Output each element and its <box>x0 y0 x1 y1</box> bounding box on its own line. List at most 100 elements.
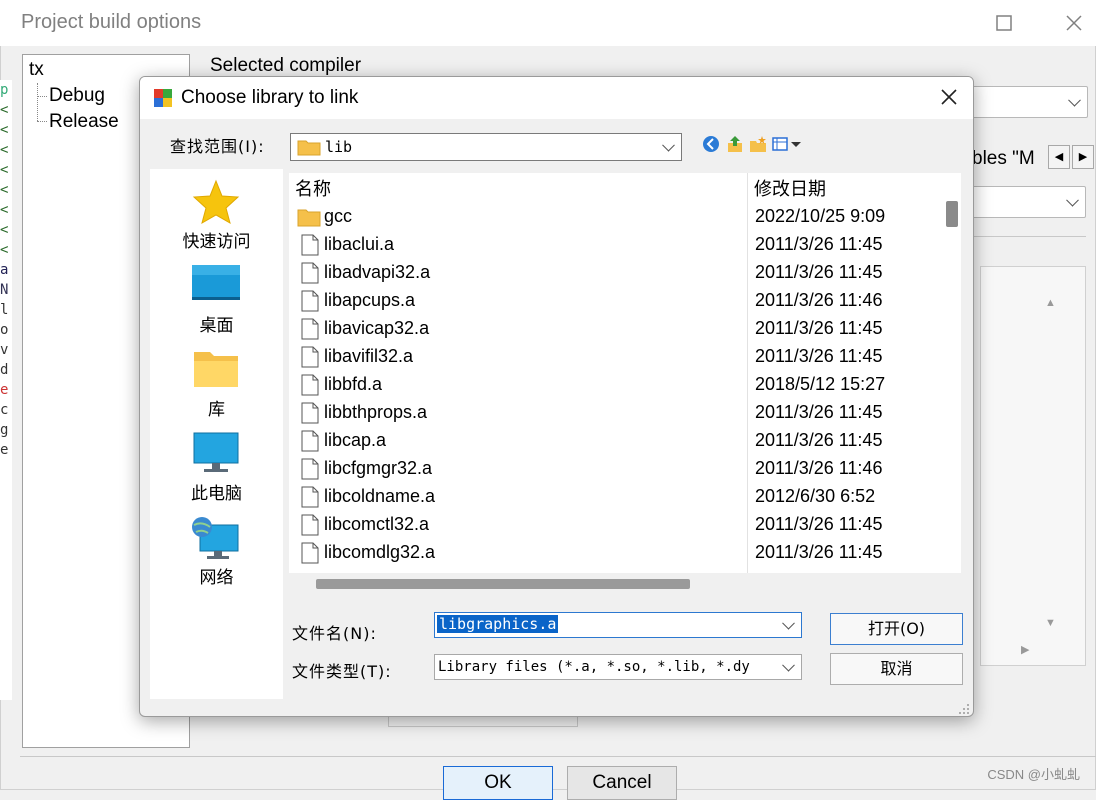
file-name: libcomctl32.a <box>324 514 430 534</box>
horizontal-scroll-thumb[interactable] <box>316 579 690 589</box>
tree-item-debug[interactable]: Debug <box>49 85 105 107</box>
column-header-date[interactable]: 修改日期 <box>754 175 826 201</box>
place-this-pc[interactable]: 此电脑 <box>150 429 283 509</box>
file-date: 2011/3/26 11:45 <box>755 430 883 450</box>
close-icon[interactable] <box>1054 8 1094 38</box>
file-row[interactable]: libbfd.a 2018/5/12 15:27 <box>289 371 940 399</box>
place-network[interactable]: 网络 <box>150 513 283 593</box>
choose-library-dialog: Choose library to link 查找范围(I): lib 快速访问 <box>139 76 974 717</box>
file-row[interactable]: libcomctl32.a 2011/3/26 11:45 <box>289 511 940 539</box>
file-date: 2011/3/26 11:45 <box>755 514 883 534</box>
options-list-pane[interactable]: ▲ ▼ ▶ <box>980 266 1086 666</box>
places-bar: 快速访问 桌面 库 此电脑 网络 <box>150 169 283 699</box>
bottom-separator <box>20 756 1096 757</box>
file-row[interactable]: libbthprops.a 2011/3/26 11:45 <box>289 399 940 427</box>
scroll-up-icon[interactable]: ▲ <box>1045 297 1056 309</box>
open-button[interactable]: 打开(O) <box>830 613 963 645</box>
file-icon <box>301 290 319 312</box>
ok-button[interactable]: OK <box>443 766 553 800</box>
compiler-select[interactable] <box>972 86 1088 118</box>
desktop-icon <box>192 265 240 300</box>
file-row[interactable]: libavicap32.a 2011/3/26 11:45 <box>289 315 940 343</box>
look-in-value: lib <box>325 138 353 156</box>
file-name: libcomdlg32.a <box>324 542 436 562</box>
file-row[interactable]: libcomdlg32.a 2011/3/26 11:45 <box>289 539 940 567</box>
column-header-name[interactable]: 名称 <box>295 175 331 201</box>
file-name-value: libgraphics.a <box>437 615 559 633</box>
tabs-fragment[interactable]: bles "M <box>972 148 1035 170</box>
file-icon <box>301 374 319 396</box>
file-row[interactable]: libcoldname.a 2012/6/30 6:52 <box>289 483 940 511</box>
place-desktop[interactable]: 桌面 <box>150 261 283 341</box>
file-name: libapcups.a <box>324 290 416 310</box>
file-icon <box>301 234 319 256</box>
file-icon <box>301 514 319 536</box>
place-label: 快速访问 <box>182 232 251 252</box>
file-name: libbfd.a <box>324 374 383 394</box>
up-folder-icon[interactable] <box>725 135 745 155</box>
dialog-close-icon[interactable] <box>933 83 965 113</box>
tree-item-release[interactable]: Release <box>49 111 119 133</box>
scroll-right-icon[interactable]: ▶ <box>1021 643 1029 656</box>
file-row[interactable]: libapcups.a 2011/3/26 11:46 <box>289 287 940 315</box>
folder-icon <box>297 209 321 227</box>
policy-select[interactable] <box>972 186 1086 218</box>
watermark: CSDN @小虬虬 <box>987 767 1080 782</box>
file-row[interactable]: libavifil32.a 2011/3/26 11:45 <box>289 343 940 371</box>
place-label: 库 <box>208 400 225 420</box>
file-date: 2022/10/25 9:09 <box>755 206 886 226</box>
file-name: libaclui.a <box>324 234 395 254</box>
place-libraries[interactable]: 库 <box>150 345 283 425</box>
tab-scroll-right-icon[interactable]: ▶ <box>1072 145 1094 169</box>
vertical-scrollbar[interactable] <box>940 173 961 573</box>
file-row[interactable]: libadvapi32.a 2011/3/26 11:45 <box>289 259 940 287</box>
new-folder-icon[interactable] <box>748 135 768 155</box>
file-date: 2011/3/26 11:46 <box>755 458 883 478</box>
file-name: gcc <box>324 206 353 226</box>
file-date: 2011/3/26 11:46 <box>755 290 883 310</box>
code-editor-fragment: p < < < < < < < < aNlovdecge <box>0 80 12 700</box>
file-name: libcoldname.a <box>324 486 436 506</box>
cancel-button[interactable]: 取消 <box>830 653 963 685</box>
file-name-input[interactable]: libgraphics.a <box>434 612 802 638</box>
file-date: 2011/3/26 11:45 <box>755 402 883 422</box>
place-label: 此电脑 <box>191 484 242 504</box>
background-cancel-button[interactable]: Cancel <box>567 766 677 800</box>
file-date: 2012/6/30 6:52 <box>755 486 876 506</box>
file-row[interactable]: libaclui.a 2011/3/26 11:45 <box>289 231 940 259</box>
file-date: 2011/3/26 11:45 <box>755 262 883 282</box>
file-date: 2011/3/26 11:45 <box>755 318 883 338</box>
file-type-value: Library files (*.a, *.so, *.lib, *.dy <box>438 659 750 675</box>
folder-icon <box>297 140 321 156</box>
place-label: 桌面 <box>199 316 234 336</box>
back-icon[interactable] <box>701 135 721 155</box>
file-row[interactable]: libcfgmgr32.a 2011/3/26 11:46 <box>289 455 940 483</box>
file-type-label: 文件类型(T): <box>292 662 392 681</box>
file-type-select[interactable]: Library files (*.a, *.so, *.lib, *.dy <box>434 654 802 680</box>
tab-scroll-left-icon[interactable]: ◀ <box>1048 145 1070 169</box>
maximize-icon[interactable] <box>984 8 1024 38</box>
look-in-label: 查找范围(I): <box>170 137 265 156</box>
file-icon <box>301 458 319 480</box>
vertical-scroll-thumb[interactable] <box>946 201 958 227</box>
scroll-down-icon[interactable]: ▼ <box>1045 617 1056 629</box>
file-name: libavifil32.a <box>324 346 414 366</box>
resize-grip-icon[interactable] <box>958 703 970 715</box>
file-icon <box>301 542 319 564</box>
network-icon <box>192 517 239 559</box>
file-list[interactable]: 名称 修改日期 gcc 2022/10/25 9:09 libaclui.a 2… <box>289 173 940 573</box>
file-icon <box>301 346 319 368</box>
place-quick-access[interactable]: 快速访问 <box>150 175 283 255</box>
file-row-folder[interactable]: gcc 2022/10/25 9:09 <box>289 203 940 231</box>
file-date: 2011/3/26 11:45 <box>755 234 883 254</box>
file-name: libcap.a <box>324 430 387 450</box>
computer-icon <box>193 432 239 472</box>
separator <box>972 236 1086 237</box>
look-in-select[interactable]: lib <box>290 133 682 161</box>
file-row[interactable]: libcap.a 2011/3/26 11:45 <box>289 427 940 455</box>
tree-item-project[interactable]: tx <box>29 59 44 81</box>
view-menu-icon[interactable] <box>771 135 805 155</box>
selected-compiler-label: Selected compiler <box>210 55 362 76</box>
file-name-label: 文件名(N): <box>292 624 377 643</box>
file-date: 2011/3/26 11:45 <box>755 542 883 562</box>
